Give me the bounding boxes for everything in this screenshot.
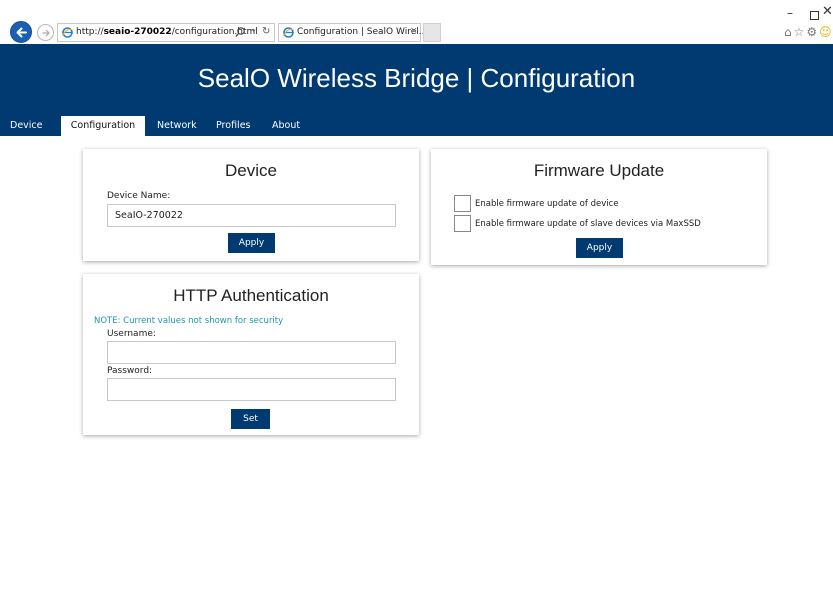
url-prefix: http:// [76,27,104,37]
firmware-card-title: Firmware Update [533,161,665,180]
star-icon[interactable]: ☆ [794,25,807,39]
minimize-icon[interactable]: – [787,6,793,20]
firmware-slave-label: Enable firmware update of slave devices … [475,219,701,229]
firmware-device-label: Enable firmware update of device [475,199,619,209]
back-arrow-icon [16,27,27,38]
forward-button[interactable] [37,24,54,41]
url-host: seaio-270022 [103,27,172,37]
close-window-icon[interactable]: ✕ [822,4,833,19]
device-name-label: Device Name: [107,191,171,201]
chevron-down-icon[interactable]: ▾ [252,27,256,35]
refresh-icon[interactable]: ↻ [262,26,270,37]
ie-icon [283,27,294,38]
page-title: SealO Wireless Bridge | Configuration [197,63,636,93]
home-icon[interactable]: ⌂ [784,25,794,39]
address-bar[interactable]: http://seaio-270022/configuration.html ▾… [57,23,275,42]
device-card: Device Device Name: Apply [83,149,419,261]
auth-set-button[interactable]: Set [231,409,270,429]
nav-item-about[interactable]: About [272,116,300,136]
url-text: http://seaio-270022/configuration.html [76,27,258,37]
firmware-slave-checkbox[interactable] [454,215,471,232]
password-input[interactable] [107,378,396,401]
smiley-icon[interactable]: ☺ [819,25,833,39]
site-header: SealO Wireless Bridge | Configuration De… [0,44,833,136]
browser-chrome: http://seaio-270022/configuration.html ▾… [0,0,833,44]
gear-icon[interactable]: ⚙ [806,25,819,39]
nav-item-network[interactable]: Network [157,116,197,136]
nav-item-profiles[interactable]: Profiles [216,116,251,136]
username-label: Username: [107,329,156,339]
search-icon[interactable] [235,27,245,38]
device-apply-button[interactable]: Apply [228,233,275,253]
device-card-title: Device [225,161,277,180]
back-button[interactable] [10,21,32,43]
nav-item-configuration[interactable]: Configuration [61,116,145,136]
firmware-update-card: Firmware Update Enable firmware update o… [431,149,767,265]
browser-tab[interactable]: Configuration | SealO Wirel... × [278,23,427,42]
main-nav: Device Configuration Network Profiles Ab… [0,116,833,136]
close-tab-icon[interactable]: × [410,26,418,36]
username-input[interactable] [107,341,396,364]
firmware-device-checkbox[interactable] [454,195,471,212]
browser-toolbar-icons: ⌂☆⚙☺ [784,25,833,39]
ie-icon [62,27,73,38]
tab-label: Configuration | SealO Wirel... [297,27,428,37]
device-name-input[interactable] [107,204,396,227]
forward-arrow-icon [42,29,50,37]
auth-card-title: HTTP Authentication [173,286,329,305]
nav-item-device[interactable]: Device [10,116,43,136]
new-tab-button[interactable] [423,23,441,42]
http-auth-card: HTTP Authentication NOTE: Current values… [83,274,419,435]
firmware-apply-button[interactable]: Apply [576,238,623,258]
password-label: Password: [107,366,153,376]
maximize-icon[interactable] [810,11,819,20]
security-note: NOTE: Current values not shown for secur… [94,316,284,326]
